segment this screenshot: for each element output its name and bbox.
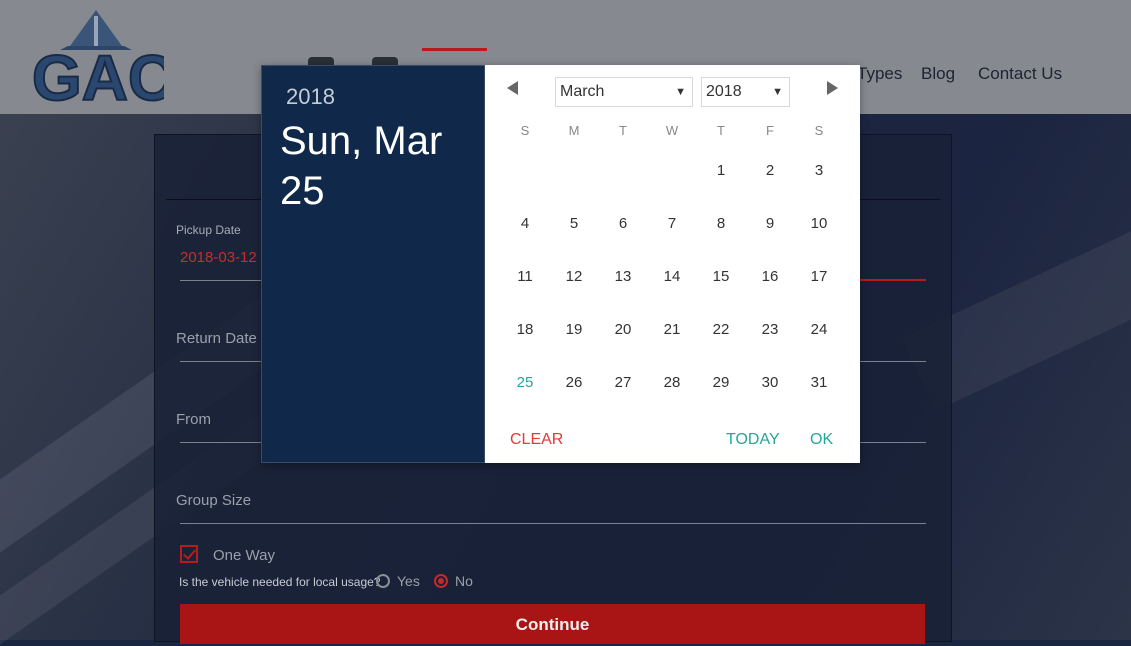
ok-button[interactable]: OK — [810, 431, 833, 449]
one-way-label: One Way — [213, 547, 275, 564]
calendar-day[interactable]: 27 — [608, 374, 638, 391]
check-icon — [182, 546, 197, 560]
calendar-day[interactable]: 22 — [706, 321, 736, 338]
calendar-day[interactable]: 12 — [559, 268, 589, 285]
calendar-day[interactable]: 16 — [755, 268, 785, 285]
calendar-day[interactable]: 21 — [657, 321, 687, 338]
pickup-date-label: Pickup Date — [176, 223, 241, 237]
calendar-day[interactable]: 24 — [804, 321, 834, 338]
caret-down-icon: ▼ — [772, 86, 783, 98]
local-usage-no-radio[interactable] — [434, 574, 448, 588]
nav-item-contact[interactable]: Contact Us — [978, 64, 1062, 84]
calendar-day[interactable]: 4 — [510, 215, 540, 232]
pickup-date-focus-line — [860, 279, 926, 281]
pickup-date-input[interactable]: 2018-03-12 — [180, 249, 257, 266]
year-select[interactable]: 2018 ▼ — [701, 77, 790, 107]
calendar-day[interactable]: 23 — [755, 321, 785, 338]
picker-calendar: March ▼ 2018 ▼ SMTWTFS 1 2 3 4 5 6 7 8 9 10 11 12 13… — [485, 65, 860, 463]
picker-header-year[interactable]: 2018 — [286, 84, 335, 110]
weekday-label: T — [717, 123, 725, 138]
calendar-day[interactable]: 15 — [706, 268, 736, 285]
calendar-day[interactable]: 20 — [608, 321, 638, 338]
calendar-day[interactable]: 9 — [755, 215, 785, 232]
calendar-day[interactable]: 31 — [804, 374, 834, 391]
month-select[interactable]: March ▼ — [555, 77, 693, 107]
gac-logo[interactable]: GAC — [28, 8, 164, 106]
yes-label: Yes — [397, 573, 420, 589]
calendar-day[interactable]: 7 — [657, 215, 687, 232]
calendar-day[interactable]: 29 — [706, 374, 736, 391]
one-way-checkbox[interactable] — [180, 545, 198, 563]
calendar-day[interactable]: 19 — [559, 321, 589, 338]
next-month-icon[interactable] — [827, 81, 838, 95]
weekday-label: S — [520, 123, 530, 138]
nav-active-indicator — [422, 48, 487, 51]
nav-item-types[interactable]: Types — [857, 64, 902, 84]
today-button[interactable]: TODAY — [726, 431, 780, 449]
no-label: No — [455, 573, 473, 589]
calendar-day[interactable]: 5 — [559, 215, 589, 232]
calendar-day[interactable]: 11 — [510, 268, 540, 285]
date-picker-modal: 2018 Sun, Mar 25 March ▼ 2018 ▼ SMTWTFS … — [261, 65, 860, 463]
month-select-value: March — [560, 83, 605, 100]
svg-text:GAC: GAC — [32, 42, 164, 106]
calendar-day[interactable]: 26 — [559, 374, 589, 391]
calendar-day[interactable]: 2 — [755, 162, 785, 179]
calendar-day[interactable]: 30 — [755, 374, 785, 391]
clear-button[interactable]: CLEAR — [510, 431, 563, 449]
calendar-day[interactable]: 14 — [657, 268, 687, 285]
group-size-input[interactable]: Group Size — [176, 492, 251, 509]
weekday-label: F — [766, 123, 774, 138]
pickup-date-underline — [180, 280, 262, 281]
calendar-day[interactable]: 6 — [608, 215, 638, 232]
weekday-label: W — [665, 123, 679, 138]
continue-button[interactable]: Continue — [180, 604, 925, 644]
from-input[interactable]: From — [176, 411, 211, 428]
nav-item-blog[interactable]: Blog — [921, 64, 955, 84]
weekday-label: T — [619, 123, 627, 138]
calendar-day[interactable]: 28 — [657, 374, 687, 391]
year-select-value: 2018 — [706, 83, 742, 100]
prev-month-icon[interactable] — [507, 81, 518, 95]
calendar-day-selected[interactable]: 25 — [510, 374, 540, 391]
caret-down-icon: ▼ — [675, 86, 686, 98]
weekday-label: M — [568, 123, 580, 138]
group-size-underline — [180, 523, 926, 524]
calendar-day[interactable]: 18 — [510, 321, 540, 338]
calendar-day[interactable]: 8 — [706, 215, 736, 232]
weekday-label: S — [814, 123, 824, 138]
local-usage-yes-radio[interactable] — [376, 574, 390, 588]
return-date-input[interactable]: Return Date — [176, 330, 257, 347]
calendar-day[interactable]: 13 — [608, 268, 638, 285]
calendar-day[interactable]: 17 — [804, 268, 834, 285]
local-usage-question: Is the vehicle needed for local usage? — [179, 575, 381, 589]
calendar-day[interactable]: 1 — [706, 162, 736, 179]
calendar-day[interactable]: 3 — [804, 162, 834, 179]
picker-header: 2018 Sun, Mar 25 — [261, 65, 485, 463]
picker-header-date: Sun, Mar 25 — [280, 119, 443, 213]
calendar-day[interactable]: 10 — [804, 215, 834, 232]
